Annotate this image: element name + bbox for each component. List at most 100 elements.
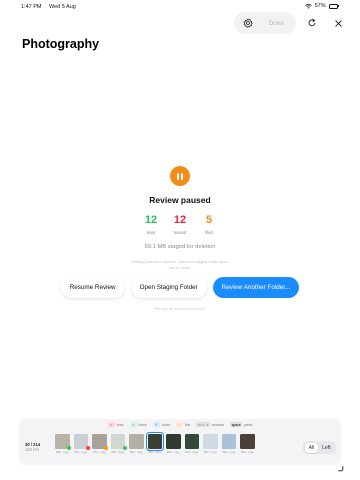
- shortcut-key: ↓: [176, 422, 184, 427]
- shortcut-key: ⇒: [129, 422, 137, 427]
- thumbnail[interactable]: IMG...6.jpg: [184, 434, 199, 454]
- shortcut-label: file: [185, 422, 191, 427]
- thumbnail-image: [203, 434, 218, 449]
- thumbnail-image: [145, 432, 164, 451]
- resume-review-button[interactable]: Resume Review: [60, 277, 125, 298]
- thumbnail-caption: IMG...5.jpg: [203, 450, 217, 454]
- shortcut-key: ⌥ ⇐ ⇒: [196, 422, 210, 427]
- battery-icon: [328, 3, 339, 9]
- shortcut-key: ⇑: [152, 422, 160, 427]
- action-buttons: Resume Review Open Staging Folder Review…: [0, 277, 360, 298]
- thumbnail[interactable]: IMG...9.jpg: [129, 434, 144, 454]
- refresh-icon: [308, 18, 316, 27]
- counter-remaining: 184 left: [25, 447, 39, 452]
- legend-item-keep: ⇒ keep: [129, 422, 147, 427]
- stat-label: kept: [146, 230, 156, 235]
- thumbnail-caption: IMG...4.jpg: [222, 450, 236, 454]
- refresh-button[interactable]: [302, 13, 322, 33]
- stat-label: filed: [205, 230, 213, 235]
- staged-size: 69.1 MB staged for deletion: [144, 244, 216, 250]
- thumbnail-caption: IMG...3.jpg: [240, 450, 254, 454]
- status-badge: [85, 446, 90, 450]
- legend-item-toss: ⇐ toss: [107, 422, 124, 427]
- battery-percent: 57%: [314, 3, 326, 9]
- thumbnail-image: [92, 434, 108, 450]
- review-status-title: Review paused: [149, 195, 211, 205]
- legend-item-browse: ⌥ ⇐ ⇒ browse: [196, 422, 224, 427]
- filter-segmented-control: All Left: [303, 441, 336, 454]
- thumbnail-image: [110, 434, 127, 450]
- shortcut-label: browse: [211, 422, 225, 427]
- file-counter: 30 / 214 184 left: [25, 442, 40, 452]
- review-summary: Review paused 12 kept 12 tossed 5 filed …: [0, 166, 360, 270]
- open-staging-folder-button[interactable]: Open Staging Folder: [130, 277, 207, 298]
- shortcut-label: keep: [138, 422, 147, 427]
- thumbnail-caption: IMG...6.jpg: [185, 450, 199, 454]
- gear-icon: [244, 18, 254, 28]
- thumbnail[interactable]: IMG...3.jpg: [55, 434, 71, 454]
- thumbnail[interactable]: IMG...1.jpg: [92, 434, 108, 454]
- hint-text: Pick any file below to return to it.: [154, 307, 206, 311]
- shortcut-label: undo: [161, 422, 171, 427]
- close-icon: [334, 19, 342, 27]
- thumbnail-caption: IMG...7.jpg: [166, 450, 180, 454]
- legend-item-peek: space peek: [230, 422, 252, 427]
- review-stats: 12 kept 12 tossed 5 filed: [0, 214, 360, 236]
- thumbnail-image: [73, 434, 90, 450]
- shortcut-key: ⇐: [107, 422, 115, 427]
- thumbnail-image: [221, 434, 236, 449]
- thumbnail[interactable]: IMG...5.jpg: [203, 434, 218, 454]
- thumbnail-image: [240, 434, 255, 449]
- filmstrip-tray: ⇐ toss ⇒ keep ⇑ undo ↓ file ⌥ ⇐ ⇒ browse space peek…: [19, 419, 341, 465]
- thumbnail[interactable]: IMG...2.jpg: [73, 434, 90, 454]
- thumbnail[interactable]: IMG...7.jpg: [166, 434, 181, 454]
- shortcut-label: peek: [244, 422, 253, 427]
- thumbnail[interactable]: IMG...4.jpg: [221, 434, 236, 454]
- thumbnail-caption: IMG...0.jpg: [111, 450, 125, 454]
- wifi-icon: [304, 3, 312, 9]
- thumbnail-strip: IMG...3.jpg IMG...2.jpg IMG...1.jpg IMG...0…: [55, 432, 255, 454]
- stat-kept: 12 kept: [143, 214, 159, 236]
- thumbnail-image: [166, 434, 181, 449]
- status-time: 1:47 PM: [21, 4, 42, 10]
- shortcut-key: space: [230, 422, 243, 427]
- thumbnail-caption: IMG...1.jpg: [92, 450, 106, 454]
- thumbnail[interactable]: IMG...0.jpg: [110, 434, 127, 454]
- filter-all-button[interactable]: All: [304, 442, 319, 453]
- thumbnail-caption: IMG...2.jpg: [74, 450, 88, 454]
- status-right: 57%: [304, 3, 339, 9]
- pause-indicator[interactable]: [170, 166, 190, 186]
- deletion-note-line: you're ready.: [168, 264, 192, 270]
- thumbnail-caption: IMG...8.jpg: [148, 450, 162, 454]
- status-badge: [122, 446, 127, 450]
- stat-value: 12: [173, 214, 187, 226]
- settings-button[interactable]: [240, 15, 256, 31]
- filter-left-button[interactable]: Left: [318, 443, 334, 453]
- status-date: Wed 5 Aug: [49, 4, 76, 10]
- shortcut-label: toss: [116, 422, 124, 427]
- stat-value: 12: [144, 214, 158, 226]
- legend-item-file: ↓ file: [176, 422, 190, 427]
- thumbnail-image: [129, 434, 144, 449]
- close-button[interactable]: [328, 13, 348, 33]
- page-title: Photography: [22, 37, 100, 51]
- stat-value: 5: [205, 214, 213, 226]
- top-controls: Done: [234, 12, 348, 34]
- thumbnail-caption: IMG...9.jpg: [129, 450, 143, 454]
- settings-done-pill: Done: [234, 12, 296, 34]
- stat-tossed: 12 tossed: [172, 214, 188, 236]
- legend-item-undo: ⇑ undo: [152, 422, 171, 427]
- resize-handle-icon: [338, 466, 344, 472]
- deletion-note: Nothing has been deleted. Open the stagi…: [0, 259, 360, 270]
- stat-label: tossed: [173, 230, 187, 235]
- thumbnail[interactable]: IMG...8.jpg: [145, 432, 164, 454]
- thumbnail-image: [184, 434, 199, 449]
- status-badge: [67, 446, 71, 450]
- review-another-folder-button[interactable]: Review Another Folder...: [212, 277, 300, 298]
- thumbnail[interactable]: IMG...3.jpg: [240, 434, 255, 454]
- thumbnail-caption: IMG...3.jpg: [55, 450, 69, 454]
- status-left: 1:47 PM Wed 5 Aug: [21, 4, 82, 10]
- thumbnail-image: [55, 434, 71, 450]
- status-badge: [104, 446, 108, 450]
- done-button[interactable]: Done: [262, 20, 290, 27]
